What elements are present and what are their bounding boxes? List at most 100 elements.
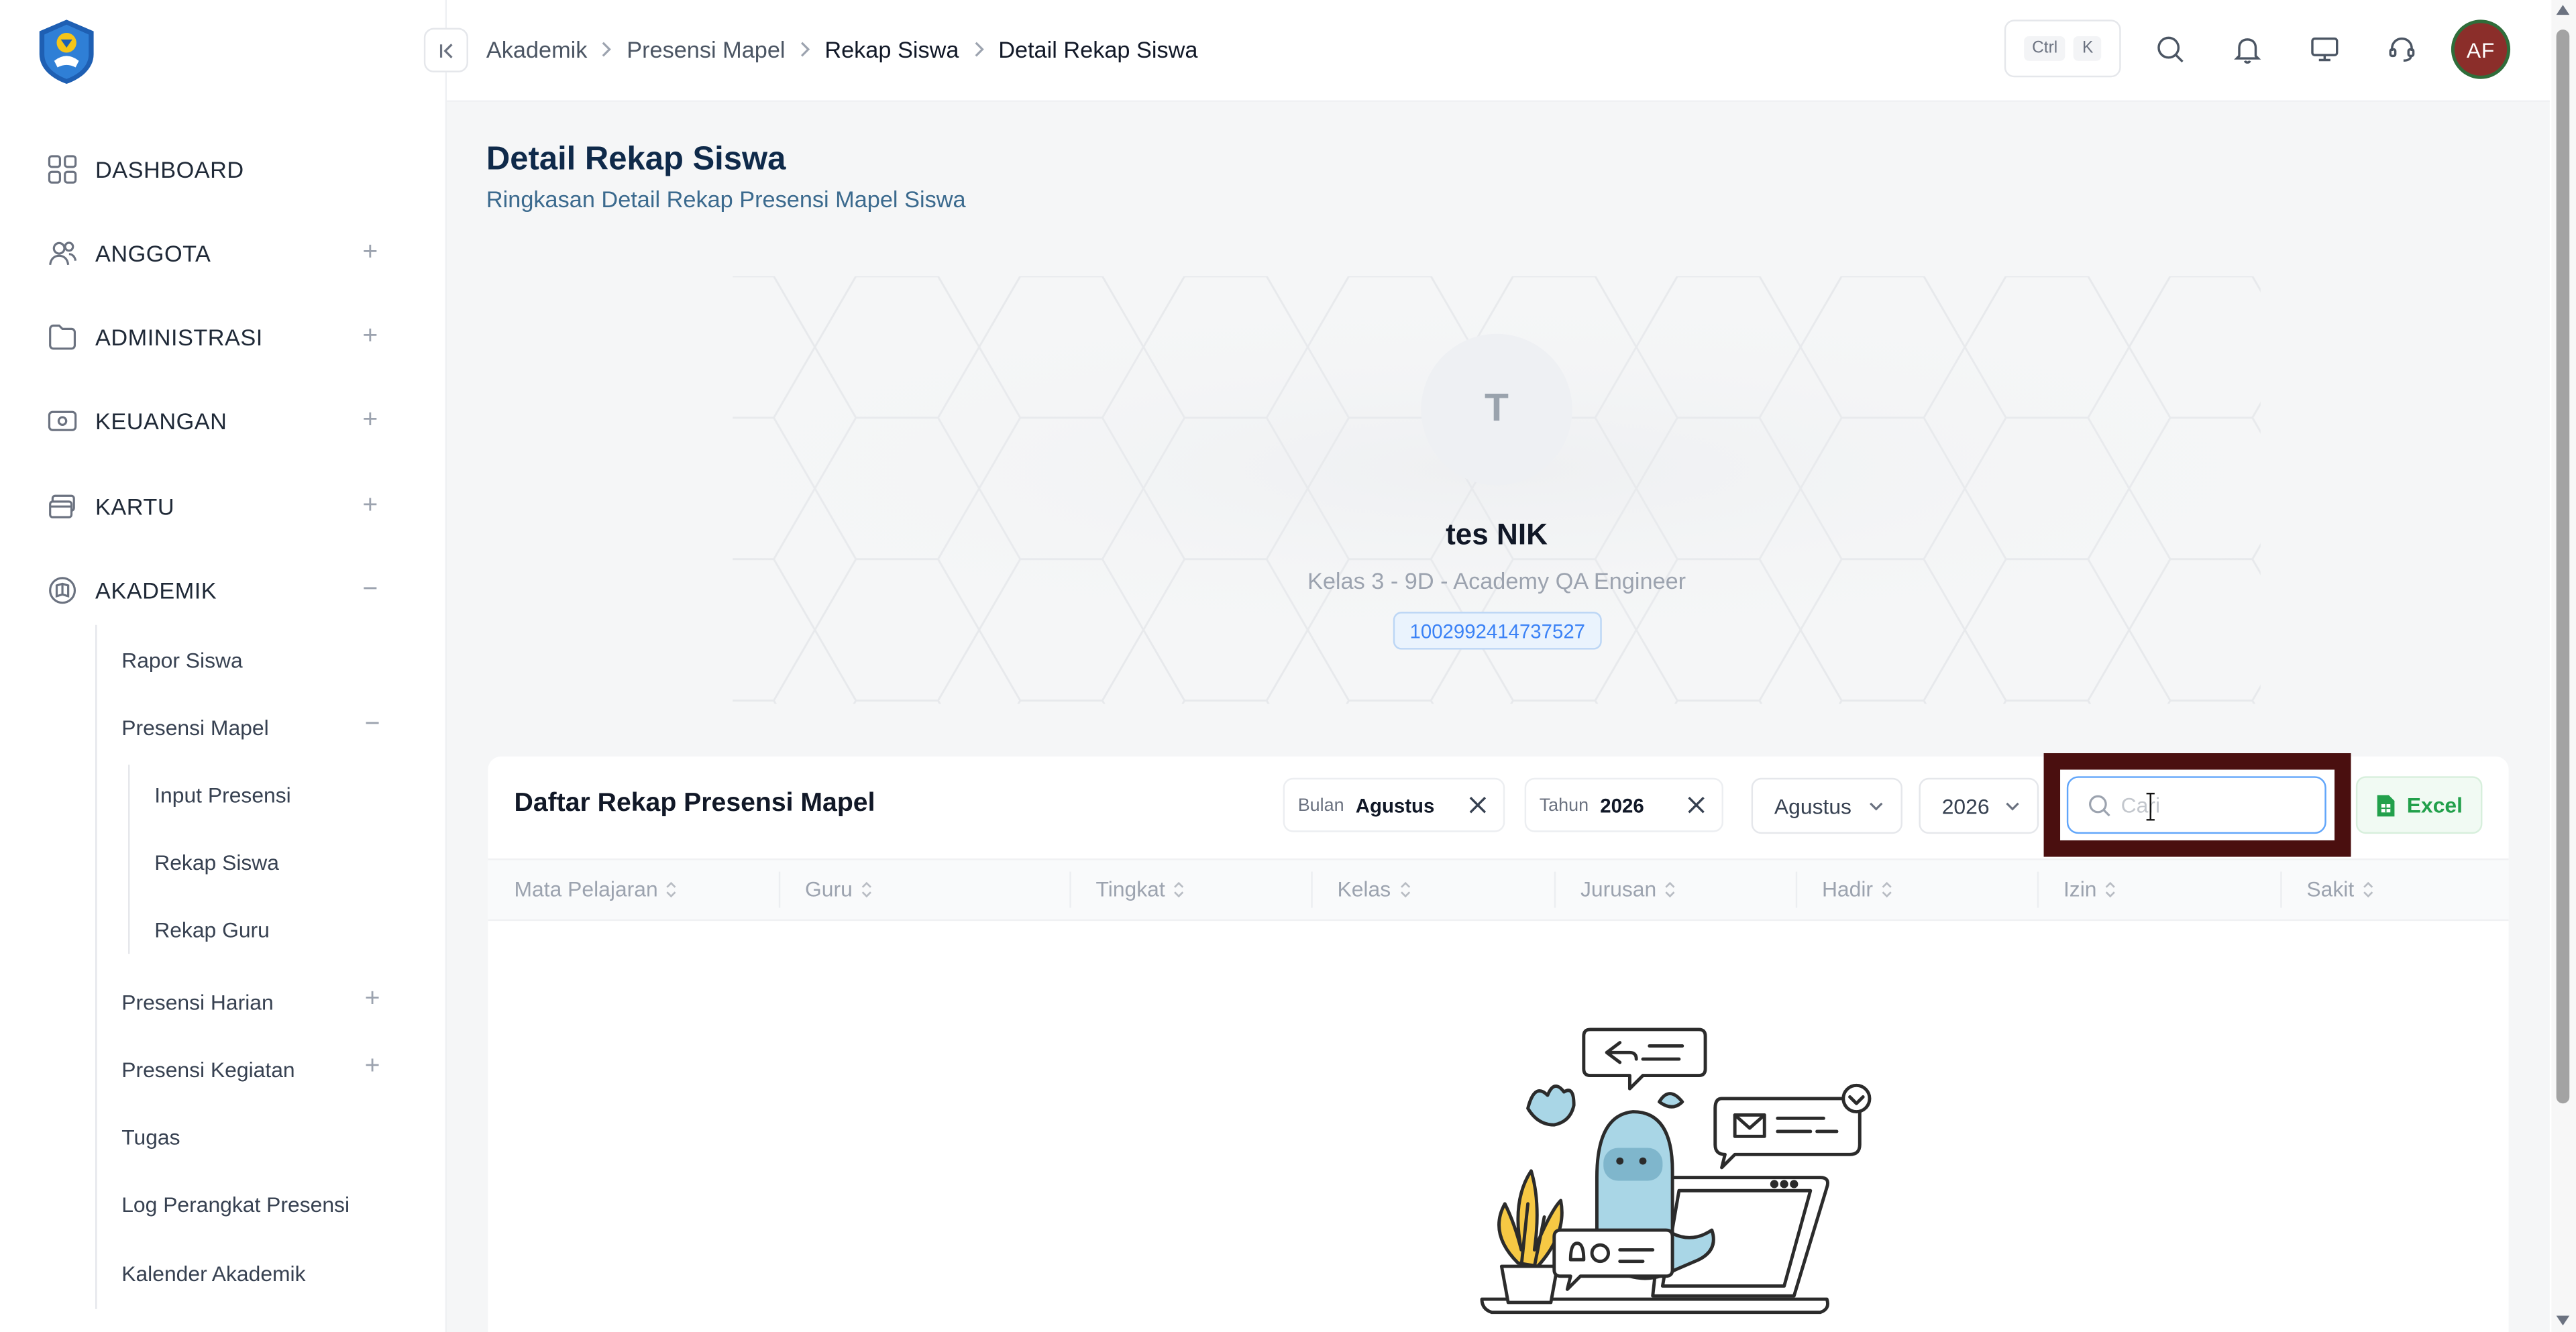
student-class-info: Kelas 3 - 9D - Academy QA Engineer <box>1307 567 1686 594</box>
scroll-up-arrow-icon[interactable] <box>2555 1 2571 18</box>
search-icon[interactable] <box>2152 32 2188 68</box>
support-headset-icon[interactable] <box>2383 32 2420 68</box>
column-header-mata-pelajaran[interactable]: Mata Pelajaran <box>515 877 678 901</box>
sidebar-item-label: Presensi Mapel <box>121 714 269 740</box>
sidebar-item-keuangan[interactable]: KEUANGAN + <box>46 403 391 439</box>
expand-icon[interactable]: + <box>362 492 378 521</box>
sidebar-item-dashboard[interactable]: DASHBOARD <box>46 152 391 188</box>
command-palette-button[interactable]: Ctrl K <box>2004 19 2121 78</box>
month-select[interactable]: Agustus <box>1751 777 1902 834</box>
breadcrumb-rekap-siswa[interactable]: Rekap Siswa <box>824 36 959 62</box>
column-header-jurusan[interactable]: Jurusan <box>1580 877 1676 901</box>
expand-icon[interactable]: + <box>365 1052 380 1082</box>
year-select[interactable]: 2026 <box>1919 777 2039 834</box>
chevron-down-icon <box>2004 797 2021 814</box>
sort-icon <box>1174 881 1184 897</box>
export-excel-button[interactable]: Excel <box>2355 776 2483 834</box>
table-search-box[interactable] <box>2066 776 2326 834</box>
column-divider <box>1554 871 1556 908</box>
sidebar-item-administrasi[interactable]: ADMINISTRASI + <box>46 319 391 355</box>
expand-icon[interactable]: + <box>365 985 380 1015</box>
empty-state-illustration <box>1480 1028 1872 1315</box>
sidebar-item-label: Presensi Harian <box>121 989 274 1014</box>
sidebar-item-label: AKADEMIK <box>95 577 217 604</box>
sort-icon <box>861 881 871 897</box>
folder-icon <box>46 321 79 353</box>
filter-key: Tahun <box>1539 795 1589 815</box>
collapse-sidebar-button[interactable] <box>423 27 468 72</box>
kbd-ctrl: Ctrl <box>2023 36 2066 61</box>
sidebar-item-kalender-akademik[interactable]: Kalender Akademik <box>121 1256 417 1289</box>
student-name: tes NIK <box>1446 518 1548 551</box>
breadcrumb: Akademik Presensi Mapel Rekap Siswa Deta… <box>486 34 1198 64</box>
grid-icon <box>46 153 79 186</box>
user-avatar[interactable]: AF <box>2451 19 2511 79</box>
sort-icon <box>1882 881 1892 897</box>
chevron-down-icon <box>1868 797 1884 814</box>
sidebar-item-rekap-guru[interactable]: Rekap Guru <box>154 913 450 946</box>
scrollbar-thumb[interactable] <box>2556 30 2570 1104</box>
column-header-sakit[interactable]: Sakit <box>2306 877 2373 901</box>
expand-icon[interactable]: + <box>362 239 378 268</box>
sidebar-item-label: ANGGOTA <box>95 239 211 267</box>
sidebar-item-anggota[interactable]: ANGGOTA + <box>46 235 391 272</box>
close-icon[interactable] <box>1684 793 1707 816</box>
breadcrumb-presensi-mapel[interactable]: Presensi Mapel <box>627 36 785 62</box>
collapse-icon[interactable]: − <box>362 575 378 605</box>
column-divider <box>2037 871 2039 908</box>
chevron-right-icon <box>798 41 812 58</box>
page-title: Detail Rekap Siswa <box>486 141 786 178</box>
sidebar-item-label: Kalender Akademik <box>121 1260 306 1286</box>
search-icon <box>2088 793 2111 816</box>
tree-guide-line <box>95 624 97 1309</box>
sidebar-item-presensi-kegiatan[interactable]: Presensi Kegiatan + <box>121 1052 417 1085</box>
sort-icon <box>2363 881 2373 897</box>
text-cursor-icon <box>2146 792 2155 821</box>
sidebar-item-rapor-siswa[interactable]: Rapor Siswa <box>121 643 417 676</box>
column-divider <box>1069 871 1071 908</box>
scroll-down-arrow-icon[interactable] <box>2555 1313 2571 1329</box>
column-divider <box>2280 871 2282 908</box>
sidebar-item-tugas[interactable]: Tugas <box>121 1120 417 1153</box>
sort-icon <box>1399 881 1410 897</box>
excel-label: Excel <box>2406 792 2463 818</box>
kbd-k: K <box>2074 36 2102 61</box>
sidebar-item-label: Rapor Siswa <box>121 647 243 672</box>
sidebar-item-label: Log Perangkat Presensi <box>121 1191 350 1217</box>
expand-icon[interactable]: + <box>362 323 378 352</box>
school-logo-icon[interactable] <box>33 18 100 86</box>
breadcrumb-akademik[interactable]: Akademik <box>486 36 588 62</box>
sidebar-item-rekap-siswa[interactable]: Rekap Siswa <box>154 845 450 878</box>
sidebar-item-kartu[interactable]: KARTU + <box>46 488 391 524</box>
filter-value: 2026 <box>1600 793 1644 817</box>
sidebar-item-label: Presensi Kegiatan <box>121 1056 295 1082</box>
column-header-hadir[interactable]: Hadir <box>1822 877 1892 901</box>
sidebar-item-label: DASHBOARD <box>95 156 244 183</box>
expand-icon[interactable]: + <box>362 406 378 436</box>
sort-icon <box>2106 881 2116 897</box>
filter-key: Bulan <box>1297 795 1344 815</box>
table-title: Daftar Rekap Presensi Mapel <box>514 789 875 818</box>
close-icon[interactable] <box>1466 793 1489 816</box>
bell-icon[interactable] <box>2229 32 2265 68</box>
page-subtitle: Ringkasan Detail Rekap Presensi Mapel Si… <box>486 186 966 213</box>
banknote-icon <box>46 404 79 437</box>
sidebar-item-presensi-harian[interactable]: Presensi Harian + <box>121 985 417 1018</box>
column-header-kelas[interactable]: Kelas <box>1337 877 1410 901</box>
column-header-guru[interactable]: Guru <box>805 877 872 901</box>
column-header-izin[interactable]: Izin <box>2063 877 2116 901</box>
collapse-left-icon <box>439 42 452 58</box>
sidebar-item-log-perangkat-presensi[interactable]: Log Perangkat Presensi <box>121 1187 417 1220</box>
filter-value: Agustus <box>1355 793 1435 817</box>
book-icon <box>46 574 79 607</box>
column-header-label: Kelas <box>1337 876 1391 901</box>
sidebar-item-input-presensi[interactable]: Input Presensi <box>154 778 450 811</box>
column-header-label: Guru <box>805 876 853 901</box>
card-icon <box>46 490 79 523</box>
collapse-icon[interactable]: − <box>365 710 380 740</box>
sidebar-item-presensi-mapel[interactable]: Presensi Mapel − <box>121 710 417 743</box>
sidebar-item-label: KEUANGAN <box>95 408 227 435</box>
column-header-tingkat[interactable]: Tingkat <box>1095 877 1185 901</box>
sidebar-item-akademik[interactable]: AKADEMIK − <box>46 572 391 608</box>
monitor-icon[interactable] <box>2306 32 2343 68</box>
